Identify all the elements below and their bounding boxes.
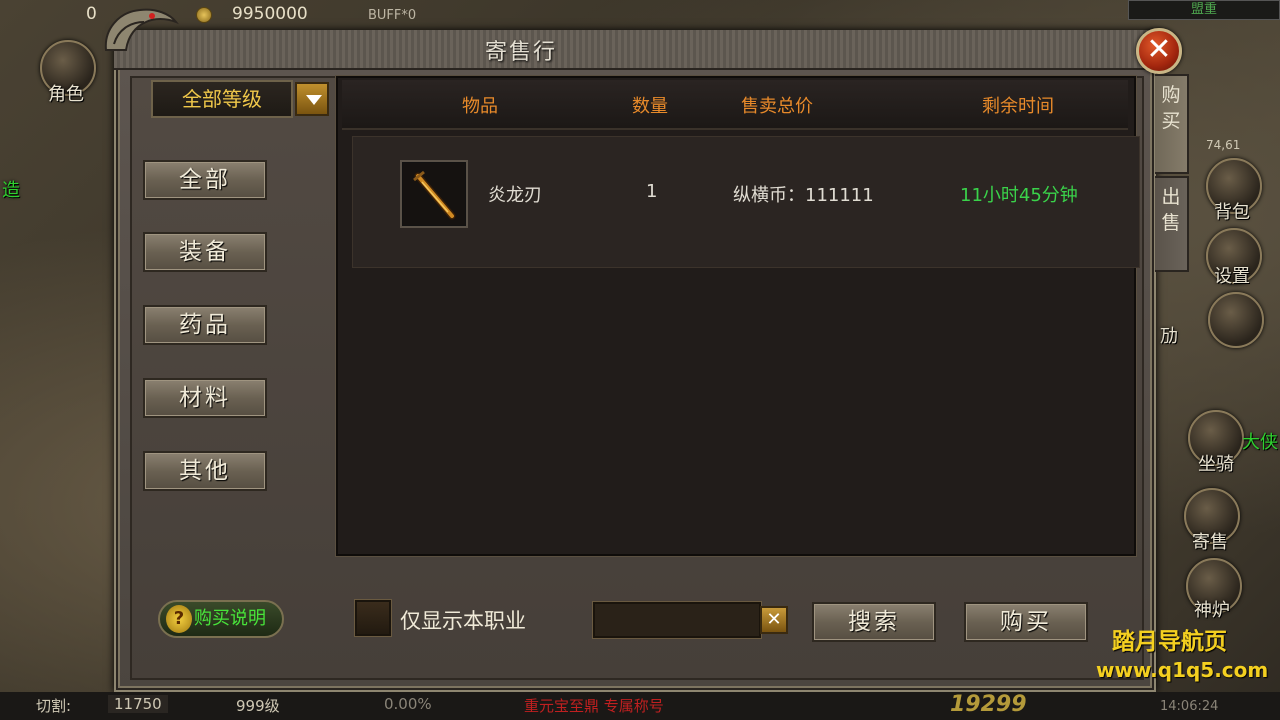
tab-buy-label: 购买 bbox=[1161, 84, 1181, 132]
category-equipment-button[interactable]: 装备 bbox=[143, 232, 267, 272]
notice-text: 重元宝至鼎 专属称号 bbox=[524, 697, 664, 715]
map-name: 盟重 bbox=[1128, 0, 1280, 20]
category-materials-button[interactable]: 材料 bbox=[143, 378, 267, 418]
category-other-button[interactable]: 其他 bbox=[143, 451, 267, 491]
header-item: 物品 bbox=[462, 96, 498, 117]
combat-power: 19299 bbox=[950, 692, 1027, 717]
search-button[interactable]: 搜索 bbox=[812, 602, 936, 642]
item-slot[interactable] bbox=[400, 160, 468, 228]
purchase-help-button[interactable]: ? 购买说明 bbox=[158, 600, 284, 638]
clear-search-button[interactable]: ✕ bbox=[760, 606, 788, 634]
bag-label: 背包 bbox=[1214, 202, 1250, 223]
tab-sell[interactable]: 出售 bbox=[1155, 176, 1189, 272]
top-hud: 0 9950000 BUFF*0 盟重 bbox=[0, 0, 1280, 30]
class-only-checkbox[interactable] bbox=[355, 600, 391, 636]
gold-coin-icon bbox=[196, 7, 212, 23]
cut-label: 切割: bbox=[36, 697, 72, 715]
cut-value: 11750 bbox=[108, 695, 168, 713]
clock: 14:06:24 bbox=[1160, 699, 1219, 714]
level-filter-select[interactable]: 全部等级 bbox=[151, 80, 293, 118]
tab-buy[interactable]: 购买 bbox=[1155, 74, 1189, 174]
item-quantity: 1 bbox=[646, 181, 658, 202]
top-left-value: 0 bbox=[86, 4, 97, 24]
class-only-label: 仅显示本职业 bbox=[400, 609, 526, 633]
item-name: 炎龙刃 bbox=[488, 185, 542, 206]
sword-icon bbox=[413, 170, 456, 220]
question-icon: ? bbox=[166, 605, 192, 633]
item-time-left: 11小时45分钟 bbox=[960, 185, 1078, 206]
character-label: 角色 bbox=[48, 84, 84, 105]
gold-amount: 9950000 bbox=[232, 4, 308, 24]
header-price: 售卖总价 bbox=[741, 96, 813, 117]
item-price: 纵横币：111111 bbox=[733, 185, 874, 206]
right-partial-text: 劢 bbox=[1160, 326, 1178, 347]
game-scene: 0 9950000 BUFF*0 盟重 角色 造 背包 设置 劢 坐骑 大侠 寄… bbox=[0, 0, 1280, 720]
category-all-button[interactable]: 全部 bbox=[143, 160, 267, 200]
mount-label: 坐骑 bbox=[1198, 454, 1234, 475]
minimap-coord: 74,61 bbox=[1206, 138, 1241, 152]
triangle-down-icon bbox=[306, 95, 322, 105]
close-button[interactable]: ✕ bbox=[1136, 28, 1182, 74]
watermark-url: www.q1q5.com bbox=[1096, 658, 1269, 682]
left-green-text: 造 bbox=[2, 180, 20, 201]
player-level: 999级 bbox=[236, 697, 280, 715]
header-quantity: 数量 bbox=[632, 96, 668, 117]
tab-sell-label: 出售 bbox=[1161, 186, 1181, 234]
buy-button[interactable]: 购买 bbox=[964, 602, 1088, 642]
player-name-text: 大侠 bbox=[1242, 432, 1278, 453]
consign-label: 寄售 bbox=[1192, 532, 1228, 553]
header-time-left: 剩余时间 bbox=[982, 96, 1054, 117]
category-potions-button[interactable]: 药品 bbox=[143, 305, 267, 345]
search-input[interactable] bbox=[593, 602, 761, 638]
buff-counter[interactable]: BUFF*0 bbox=[368, 8, 416, 23]
furnace-label: 神炉 bbox=[1194, 600, 1230, 621]
dropdown-arrow-icon[interactable] bbox=[295, 82, 329, 116]
settings-label: 设置 bbox=[1214, 266, 1250, 287]
exp-percent: 0.00% bbox=[384, 695, 432, 713]
window-title: 寄售行 bbox=[484, 40, 557, 65]
skill-icon[interactable] bbox=[1208, 292, 1264, 348]
purchase-help-label: 购买说明 bbox=[194, 608, 266, 629]
watermark-title: 踏月导航页 bbox=[1112, 629, 1227, 655]
